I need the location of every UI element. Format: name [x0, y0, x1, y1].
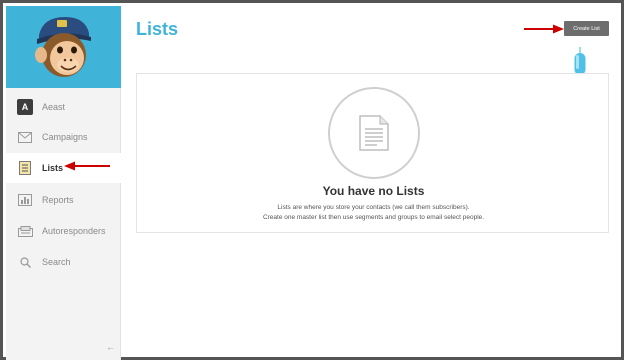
sidebar-item-label: Lists [42, 163, 64, 173]
sidebar-item-reports[interactable]: Reports [6, 185, 121, 215]
sidebar-item-label: Reports [42, 195, 74, 205]
account-avatar: A [17, 99, 33, 115]
envelope-icon [17, 129, 33, 145]
empty-state-description: Create one master list then use segments… [262, 214, 485, 221]
chimp-logo-icon [35, 17, 91, 77]
page-title: Lists [136, 19, 179, 39]
account-switcher[interactable]: A Aeast [6, 92, 121, 122]
autoresponder-icon [17, 223, 33, 239]
sidebar: A Aeast Campaigns Lists Reports Autoresp… [6, 6, 121, 360]
sidebar-item-campaigns[interactable]: Campaigns [6, 122, 121, 152]
sidebar-item-search[interactable]: Search [6, 247, 121, 277]
app-window: A Aeast Campaigns Lists Reports Autoresp… [0, 0, 624, 360]
sidebar-item-autoresponders[interactable]: Autoresponders [6, 216, 121, 246]
empty-state-illustration [328, 87, 420, 179]
sidebar-item-label: Campaigns [42, 132, 88, 142]
search-icon [17, 254, 33, 270]
bar-chart-icon [17, 192, 33, 208]
sidebar-item-label: Search [42, 257, 71, 267]
empty-state-title: You have no Lists [322, 184, 425, 198]
empty-state-description: Lists are where you store your contacts … [277, 204, 470, 211]
sidebar-item-label: Autoresponders [42, 226, 106, 236]
empty-state-card: You have no Lists Lists are where you st… [136, 73, 609, 233]
annotation-arrow-lists [64, 161, 110, 171]
list-icon [17, 160, 33, 176]
create-list-button[interactable]: Create List [564, 21, 609, 36]
arrow-left-icon[interactable]: ← [106, 342, 115, 352]
logo-block[interactable] [6, 6, 121, 88]
account-name: Aeast [42, 102, 66, 112]
document-icon [359, 115, 389, 151]
annotation-arrow-create [524, 24, 564, 34]
